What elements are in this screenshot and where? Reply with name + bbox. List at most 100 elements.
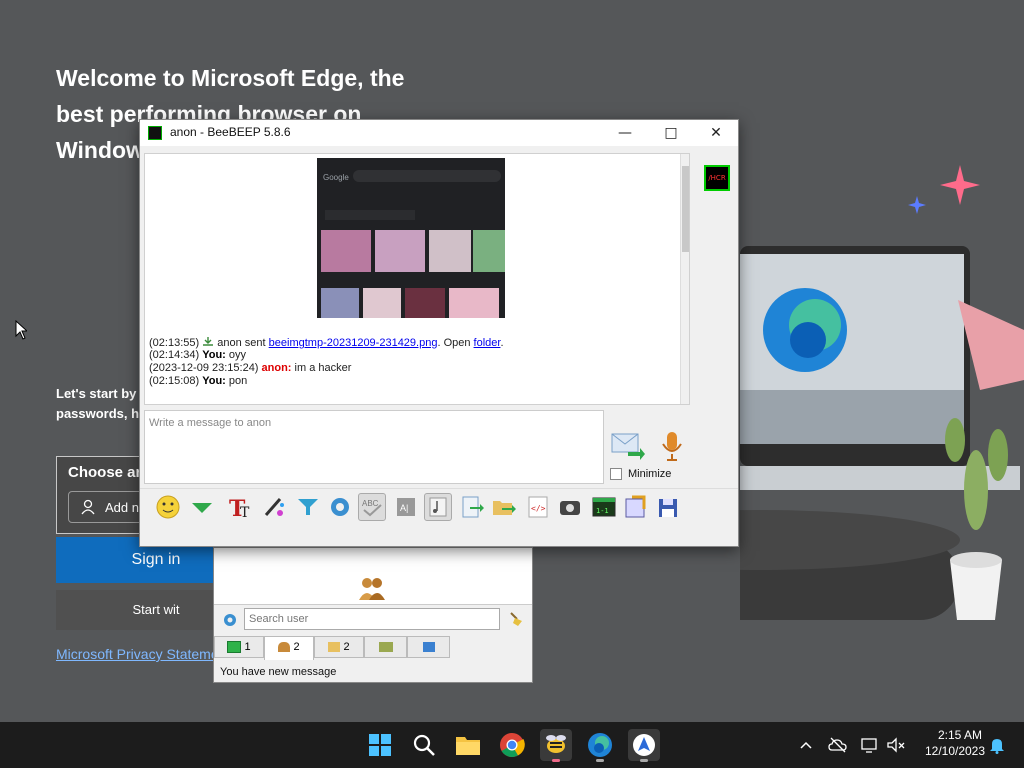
svg-text:Google: Google [323, 173, 349, 182]
chrome-icon[interactable] [496, 729, 528, 761]
message-text: oyy [228, 349, 247, 361]
chat-icon [227, 641, 242, 654]
users-tab-icon [278, 642, 291, 653]
chat-settings-icon[interactable] [326, 493, 354, 521]
edge-icon[interactable] [584, 729, 616, 762]
svg-text:A|: A| [400, 503, 408, 513]
message-sender: You: [202, 349, 226, 361]
save-chat-icon[interactable] [622, 493, 650, 521]
app-icon [148, 126, 162, 140]
onedrive-offline-icon[interactable] [828, 736, 848, 754]
laptop-illustration [560, 240, 1024, 720]
title-bar[interactable]: anon - BeeBEEP 5.8.6 — □ ✕ [140, 120, 738, 146]
buzz-icon[interactable] [188, 493, 216, 521]
message-time: (02:15:08) [149, 375, 200, 387]
terminal-icon[interactable]: 1-1 [590, 493, 618, 521]
tab-shares[interactable] [407, 636, 450, 658]
compose-placeholder: Write a message to anon [149, 417, 272, 429]
open-folder-link[interactable]: folder [474, 337, 501, 349]
message-prefix: anon sent [217, 337, 269, 349]
avatar[interactable]: /HCR [704, 165, 730, 191]
users-group-icon [357, 576, 387, 600]
network-icon[interactable] [860, 736, 880, 754]
user-list-area[interactable] [214, 548, 532, 605]
volume-muted-icon[interactable] [886, 736, 906, 754]
emoticon-icon[interactable] [154, 493, 182, 521]
folder-users-icon [328, 642, 341, 653]
color-icon[interactable] [260, 493, 288, 521]
sparkle-icon [940, 165, 980, 205]
message-mid: . Open [437, 337, 474, 349]
person-icon [81, 499, 95, 515]
chat-message: (02:15:08) You: pon [149, 375, 247, 387]
filter-icon[interactable] [294, 493, 322, 521]
svg-text:1-1: 1-1 [596, 507, 609, 515]
close-window-button[interactable]: ✕ [693, 120, 739, 146]
tab-users-label: 2 [293, 641, 300, 653]
file-explorer-icon[interactable] [452, 729, 484, 761]
taskbar-clock-time[interactable]: 2:15 AM [930, 728, 990, 742]
taskbar-clock-date[interactable]: 12/10/2023 [920, 744, 990, 758]
minimize-window-button[interactable]: — [602, 120, 648, 146]
save-as-icon[interactable] [654, 493, 682, 521]
tab-chats[interactable]: 1 [214, 636, 264, 658]
user-side-panel: /HCR [696, 153, 738, 485]
tab-groups-label: 2 [343, 641, 350, 653]
message-sender: You: [202, 375, 226, 387]
message-text: im a hacker [294, 362, 352, 374]
beebeep-userlist-window: 1 2 2 You have new message [213, 547, 533, 683]
privacy-statement-link[interactable]: Microsoft Privacy Stateme [56, 646, 219, 662]
screenshot-camera-icon[interactable] [556, 493, 584, 521]
received-image-preview[interactable]: Google [317, 158, 505, 318]
music-note-icon[interactable] [424, 493, 452, 521]
app-launcher-icon[interactable] [628, 729, 660, 762]
search-icon[interactable] [408, 729, 440, 761]
send-folder-icon[interactable] [490, 493, 518, 521]
font-icon[interactable]: TT [226, 493, 254, 522]
running-indicator [552, 759, 560, 762]
message-compose-field[interactable]: Write a message to anon [144, 410, 604, 484]
start-windows-icon[interactable] [364, 729, 396, 761]
svg-text:</>: </> [531, 504, 546, 513]
chevron-up-icon[interactable] [798, 737, 814, 753]
chat-toolbar: TT ABC A| </> 1-1 [140, 488, 738, 525]
minimize-label: Minimize [628, 468, 672, 480]
beebeep-taskbar-icon[interactable] [540, 729, 572, 762]
chat-scrollbar[interactable] [680, 154, 689, 404]
maximize-window-button[interactable]: □ [648, 120, 694, 146]
tab-network[interactable] [364, 636, 407, 658]
chat-message: (02:13:55) anon sent beeimgtmp-20231209-… [149, 336, 504, 349]
completer-icon[interactable]: A| [392, 493, 420, 521]
network-users-icon [378, 642, 393, 653]
small-sparkle-icon [908, 196, 926, 214]
tab-groups[interactable]: 2 [314, 636, 364, 658]
notification-bell-icon[interactable] [988, 736, 1006, 754]
share-icon [422, 642, 435, 653]
message-time: (02:13:55) [149, 337, 200, 349]
svg-text:ABC: ABC [362, 499, 379, 508]
send-message-icon[interactable] [610, 430, 646, 462]
running-indicator [596, 759, 604, 762]
chat-message: (2023-12-09 23:15:24) anon: im a hacker [149, 362, 351, 374]
spellcheck-icon[interactable]: ABC [358, 493, 386, 521]
send-file-icon[interactable] [458, 493, 486, 521]
settings-gear-icon[interactable] [222, 612, 238, 628]
search-user-input[interactable] [244, 608, 500, 630]
clear-search-broom-icon[interactable] [508, 611, 524, 627]
html-code-icon[interactable]: </> [524, 493, 552, 521]
chat-messages-area[interactable]: Google (02:13:55) anon sent beeimgtmp-20… [144, 153, 690, 405]
beebeep-chat-window: anon - BeeBEEP 5.8.6 — □ ✕ Google (02:13… [139, 119, 739, 547]
mouse-cursor-icon [15, 319, 29, 340]
file-link[interactable]: beeimgtmp-20231209-231429.png [269, 337, 438, 349]
file-transfer-icon [202, 336, 214, 346]
tab-users[interactable]: 2 [264, 636, 314, 660]
scrollbar-thumb[interactable] [682, 166, 689, 252]
choose-account-label: Choose ar [68, 464, 142, 481]
tab-chats-label: 1 [244, 641, 251, 653]
message-text: pon [228, 375, 248, 387]
minimize-checkbox[interactable] [610, 468, 622, 480]
message-time: (02:14:34) [149, 349, 200, 361]
message-suffix: . [500, 337, 504, 349]
microphone-icon[interactable] [658, 430, 686, 462]
running-indicator [640, 759, 648, 762]
